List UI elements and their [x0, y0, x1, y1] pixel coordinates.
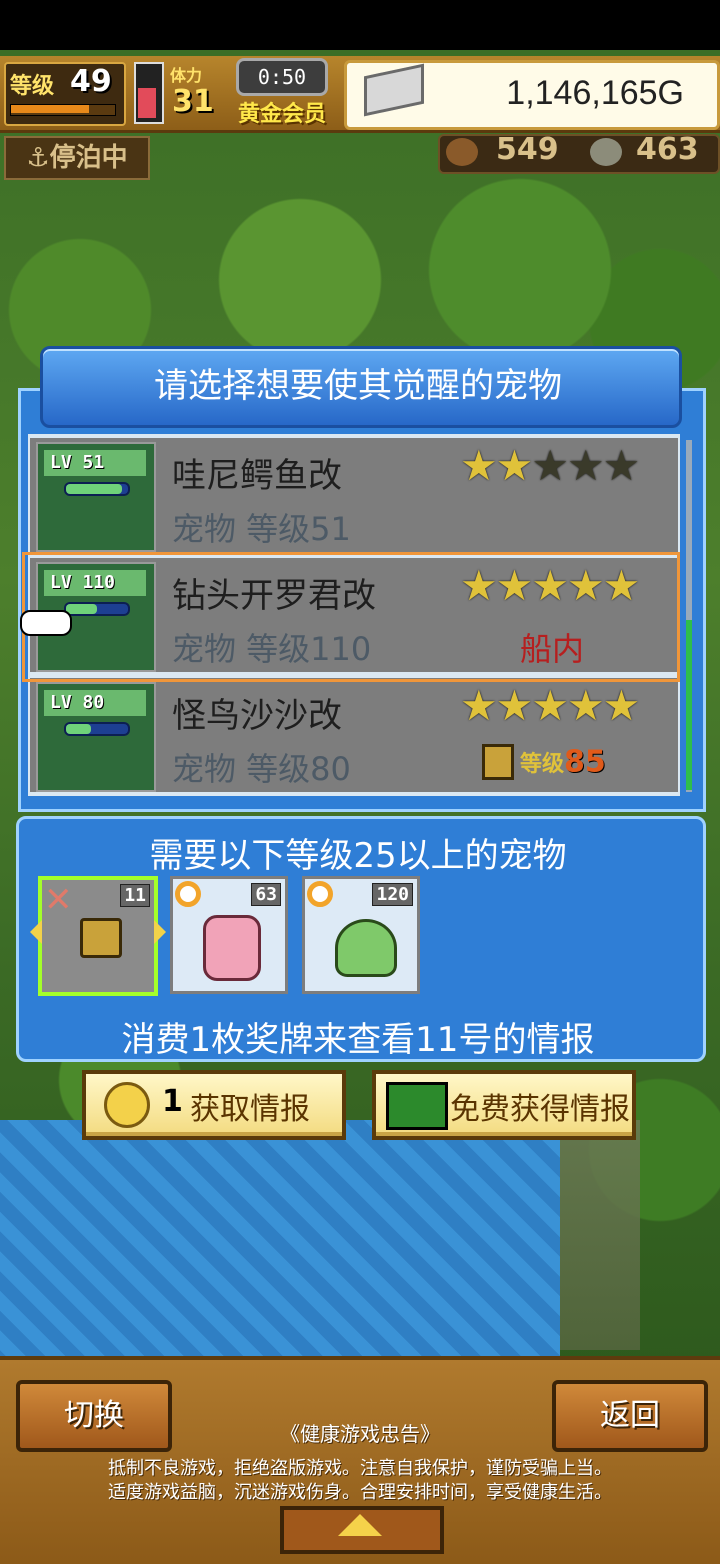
- list-scrollbar-thumb[interactable]: [686, 620, 692, 790]
- pointer-hand-icon: [20, 610, 72, 636]
- medal-coin-icon: [104, 1082, 150, 1128]
- star-icon: ★: [460, 681, 498, 730]
- slot-number: 120: [372, 883, 413, 906]
- axolotl-pet-icon: [203, 915, 261, 981]
- medal-icon: [590, 138, 622, 166]
- up-arrow-icon[interactable]: [338, 1514, 382, 1536]
- resource-food-count: 549: [496, 132, 559, 167]
- dialog-title: 请选择想要使其觉醒的宠物: [154, 366, 562, 406]
- star-icon: ★: [531, 681, 569, 730]
- free-info-label: 免费获得情报: [450, 1092, 630, 1127]
- lock-icon: [80, 918, 122, 958]
- star-icon: ★: [531, 441, 569, 490]
- pet-level-tag: LV 80: [44, 690, 146, 716]
- requirement-title: 需要以下等级25以上的宠物: [149, 836, 567, 876]
- health-notice-line-1: 抵制不良游戏，拒绝盗版游戏。注意自我保护，谨防受骗上当。: [108, 1458, 612, 1479]
- pet-hp-bar: [64, 482, 130, 496]
- level-label: 等级: [10, 74, 55, 99]
- get-info-label: 获取情报: [190, 1092, 310, 1127]
- get-info-cost: 1: [162, 1084, 183, 1119]
- pet-thumbnail: LV 51: [36, 442, 156, 552]
- resource-medal-count: 463: [636, 132, 699, 167]
- slot-number: 63: [251, 883, 281, 906]
- selected-row-highlight: [22, 552, 680, 682]
- pet-hp-bar: [64, 722, 130, 736]
- gold-amount: 1,146,165G: [506, 74, 684, 112]
- star-icon: ★: [460, 441, 498, 490]
- level-progress-fill: [11, 105, 89, 113]
- owned-ring-icon: [175, 881, 201, 907]
- pet-row[interactable]: LV 80 怪鸟沙沙改 宠物 等级80 ★★★★★ 等级85: [30, 678, 678, 792]
- health-notice-title: 《健康游戏忠告》: [280, 1422, 440, 1446]
- arrow-right-icon[interactable]: [154, 920, 166, 944]
- tv-video-icon: [386, 1082, 448, 1130]
- health-notice-line-2: 适度游戏益脑，沉迷游戏伤身。合理安排时间，享受健康生活。: [108, 1482, 612, 1503]
- requirement-info-text: 消费1枚奖牌来查看11号的情报: [121, 1020, 595, 1060]
- required-pet-slot-axolotl[interactable]: 63: [170, 876, 288, 994]
- pet-name: 哇尼鳄鱼改: [172, 456, 342, 496]
- star-icon: ★: [495, 441, 534, 490]
- star-icon: ★: [602, 441, 641, 490]
- pet-thumbnail: LV 80: [36, 682, 156, 792]
- pet-hp-fill: [66, 724, 91, 734]
- required-pet-slot-hermit-crab[interactable]: 120: [302, 876, 420, 994]
- pet-level-text: 宠物 等级80: [172, 750, 351, 788]
- lock-level: 85: [564, 744, 606, 780]
- arrow-left-icon[interactable]: [30, 920, 42, 944]
- pet-star-rating: ★★★★★: [460, 441, 641, 490]
- pet-level-text: 宠物 等级51: [172, 510, 351, 548]
- pet-hp-fill: [66, 484, 122, 494]
- star-icon: ★: [566, 681, 605, 730]
- star-icon: ★: [495, 681, 534, 730]
- get-info-button[interactable]: 1 获取情报: [82, 1070, 346, 1140]
- stamina-fill: [138, 88, 156, 118]
- lock-label: 等级: [520, 752, 565, 777]
- star-icon: ★: [602, 681, 641, 730]
- docked-status: ⚓停泊中: [4, 136, 150, 180]
- slot-number: 11: [120, 884, 150, 907]
- level-value: 49: [70, 64, 112, 99]
- status-bar: [0, 0, 720, 50]
- pet-row[interactable]: LV 51 哇尼鳄鱼改 宠物 等级51 ★★★★★: [30, 438, 678, 552]
- lock-icon: [482, 744, 514, 780]
- pet-level-tag: LV 51: [44, 450, 146, 476]
- free-info-button[interactable]: 免费获得情报: [372, 1070, 636, 1140]
- river-water: [0, 1120, 560, 1370]
- star-icon: ★: [566, 441, 605, 490]
- food-icon: [446, 138, 478, 166]
- timer: 0:50: [236, 58, 328, 96]
- cross-icon: ✕: [44, 880, 73, 920]
- pet-star-rating: ★★★★★: [460, 681, 641, 730]
- membership-badge: 黄金会员: [238, 102, 327, 127]
- stamina-value: 31: [172, 84, 214, 119]
- stamina-label: 体力: [170, 66, 203, 85]
- anchor-icon: ⚓: [26, 143, 50, 173]
- pet-name: 怪鸟沙沙改: [172, 696, 342, 736]
- owned-ring-icon: [307, 881, 333, 907]
- required-pet-slot-locked[interactable]: ✕ 11: [30, 876, 166, 996]
- level-lock-requirement: 等级85: [482, 744, 606, 784]
- hermit-crab-pet-icon: [335, 919, 397, 977]
